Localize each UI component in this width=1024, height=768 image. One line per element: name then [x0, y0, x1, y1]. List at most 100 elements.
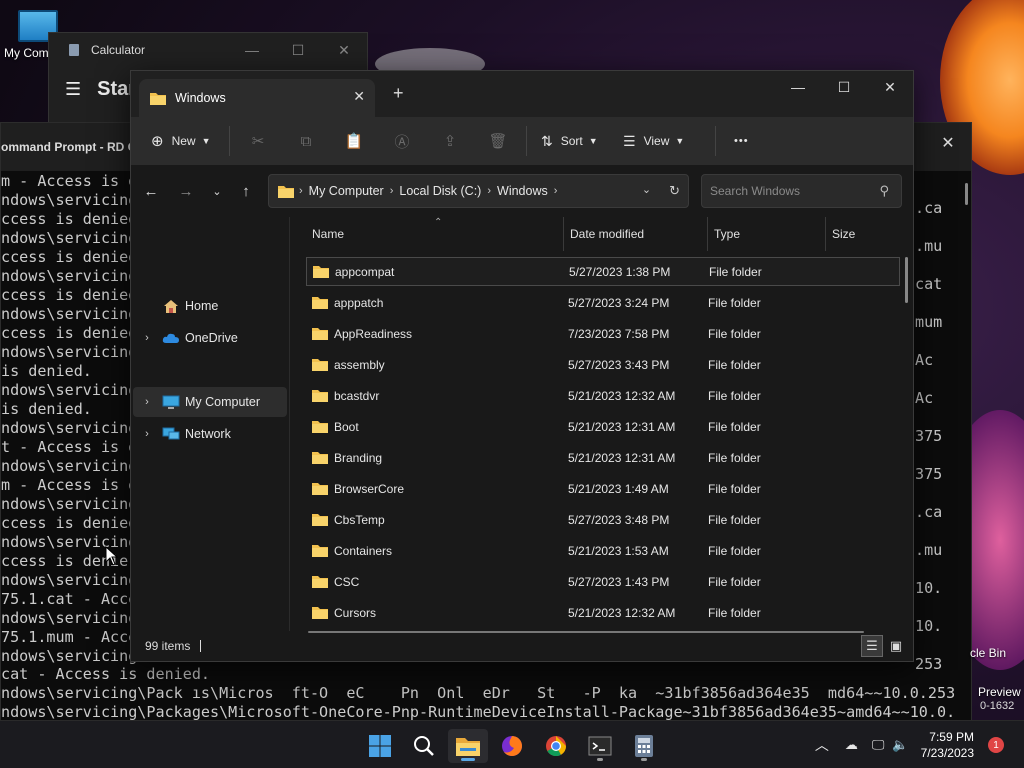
onedrive-offline-icon[interactable]: ☁: [845, 737, 858, 753]
sidebar-item-network[interactable]: › Network: [133, 419, 287, 449]
date-modified-cell: 5/21/2023 12:32 AM: [568, 605, 676, 620]
table-row[interactable]: appcompat 5/27/2023 1:38 PM File folder: [306, 257, 900, 286]
table-row[interactable]: apppatch 5/27/2023 3:24 PM File folder: [306, 288, 900, 317]
column-header-date-modified[interactable]: Date modified: [564, 217, 708, 251]
paste-icon[interactable]: 📋: [330, 125, 378, 157]
maximize-button[interactable]: ☐: [821, 71, 867, 103]
taskbar-firefox[interactable]: [492, 729, 532, 763]
sort-button[interactable]: ⇅ Sort ▼: [531, 125, 619, 157]
folder-icon: [312, 421, 328, 433]
watermark-build: 0-1632: [980, 700, 1015, 712]
sidebar-item-my-computer[interactable]: › My Computer: [133, 387, 287, 417]
details-view-icon[interactable]: ☰: [861, 635, 883, 657]
folder-icon: [312, 390, 328, 402]
search-input[interactable]: [710, 184, 870, 198]
new-button[interactable]: ⊕ New ▼: [131, 125, 225, 157]
table-row[interactable]: Containers 5/21/2023 1:53 AM File folder: [306, 536, 900, 565]
breadcrumb-windows[interactable]: Windows: [497, 184, 548, 198]
table-row[interactable]: Branding 5/21/2023 12:31 AM File folder: [306, 443, 900, 472]
table-row[interactable]: CbsTemp 5/27/2023 3:48 PM File folder: [306, 505, 900, 534]
breadcrumb-local-disk[interactable]: Local Disk (C:): [399, 184, 481, 198]
search-box[interactable]: ⚲: [701, 174, 902, 208]
expand-chevron-icon[interactable]: ›: [133, 396, 161, 408]
sidebar-item-onedrive[interactable]: › OneDrive: [133, 323, 287, 353]
tiles-view-icon[interactable]: ▣: [885, 635, 907, 657]
maximize-button[interactable]: ☐: [275, 33, 321, 67]
folder-icon: [312, 483, 328, 495]
file-explorer-window[interactable]: Windows ✕ + — ☐ ✕ ⊕ New ▼ ✂ ⧉ 📋 Ⓐ ⇪ 🗑 ⇅ …: [130, 70, 914, 662]
date-modified-cell: 5/21/2023 12:31 AM: [568, 419, 676, 434]
type-cell: File folder: [708, 326, 761, 341]
breadcrumb-separator-icon[interactable]: ›: [299, 185, 303, 197]
desktop-icon-recycle-bin-label[interactable]: cle Bin: [970, 646, 1006, 660]
address-history-chevron-icon[interactable]: ⌄: [642, 183, 651, 199]
command-prompt-close-button[interactable]: ✕: [925, 123, 971, 163]
column-header-size[interactable]: Size: [826, 217, 900, 251]
folder-icon: [312, 297, 328, 309]
tab-windows[interactable]: Windows ✕: [139, 79, 375, 117]
taskbar-terminal[interactable]: [580, 729, 620, 763]
notification-badge[interactable]: 1: [988, 737, 1004, 753]
back-arrow-icon[interactable]: ←: [139, 179, 163, 203]
breadcrumb-separator-icon[interactable]: ›: [554, 185, 558, 197]
console-line: ccess is denied: [1, 514, 138, 532]
breadcrumb-separator-icon[interactable]: ›: [390, 185, 394, 197]
up-arrow-icon[interactable]: ↑: [234, 179, 258, 203]
table-row[interactable]: Cursors 5/21/2023 12:32 AM File folder: [306, 598, 900, 627]
start-button[interactable]: [360, 729, 400, 763]
new-tab-button[interactable]: +: [393, 83, 404, 104]
clock[interactable]: 7:59 PM 7/23/2023: [921, 729, 974, 761]
column-header-type[interactable]: Type: [708, 217, 826, 251]
taskbar-search-button[interactable]: [404, 729, 444, 763]
refresh-icon[interactable]: ↻: [669, 183, 680, 199]
file-name-cell: CSC: [306, 575, 564, 589]
view-button[interactable]: ☰ View ▼: [619, 125, 711, 157]
address-bar[interactable]: › My Computer › Local Disk (C:) › Window…: [268, 174, 689, 208]
minimize-button[interactable]: —: [775, 71, 821, 103]
sidebar-item-home[interactable]: Home: [133, 291, 287, 321]
date-modified-cell: 7/23/2023 7:58 PM: [568, 326, 670, 341]
copy-icon[interactable]: ⧉: [282, 125, 330, 157]
file-list: ⌃ Name Date modified Type Size appcompat…: [289, 217, 913, 633]
taskbar-calculator[interactable]: [624, 729, 664, 763]
delete-icon[interactable]: 🗑: [474, 125, 522, 157]
recent-chevron-down-icon[interactable]: ⌄: [205, 179, 229, 203]
show-hidden-icons-chevron-up-icon[interactable]: ︿: [815, 735, 829, 755]
hamburger-menu-icon[interactable]: ☰: [65, 79, 81, 100]
rename-icon[interactable]: Ⓐ: [378, 125, 426, 157]
column-header-name[interactable]: Name: [306, 217, 564, 251]
minimize-button[interactable]: —: [229, 33, 275, 67]
network-icon[interactable]: 🖵: [872, 737, 885, 753]
breadcrumb-separator-icon[interactable]: ›: [487, 185, 491, 197]
console-line: 10.: [915, 617, 943, 635]
file-name-cell: Containers: [306, 544, 564, 558]
cut-icon[interactable]: ✂: [234, 125, 282, 157]
vertical-scrollbar[interactable]: [905, 257, 908, 303]
home-icon: [161, 298, 181, 314]
close-button[interactable]: ✕: [867, 71, 913, 103]
taskbar-chrome[interactable]: [536, 729, 576, 763]
type-cell: File folder: [708, 512, 761, 527]
table-row[interactable]: bcastdvr 5/21/2023 12:32 AM File folder: [306, 381, 900, 410]
calculator-app-icon: [69, 44, 79, 56]
table-row[interactable]: AppReadiness 7/23/2023 7:58 PM File folder: [306, 319, 900, 348]
table-row[interactable]: CSC 5/27/2023 1:43 PM File folder: [306, 567, 900, 596]
taskbar-file-explorer[interactable]: [448, 729, 488, 763]
close-button[interactable]: ✕: [321, 33, 367, 67]
table-row[interactable]: Boot 5/21/2023 12:31 AM File folder: [306, 412, 900, 441]
volume-icon[interactable]: 🔈: [892, 737, 908, 753]
console-line: ndows\servicing: [1, 229, 138, 247]
more-options-button[interactable]: •••: [720, 125, 749, 157]
table-row[interactable]: assembly 5/27/2023 3:43 PM File folder: [306, 350, 900, 379]
date-modified-cell: 5/27/2023 1:43 PM: [568, 574, 670, 589]
search-icon[interactable]: ⚲: [879, 183, 889, 199]
command-prompt-scrollbar[interactable]: [965, 183, 968, 205]
share-icon[interactable]: ⇪: [426, 125, 474, 157]
breadcrumb-my-computer[interactable]: My Computer: [309, 184, 384, 198]
tab-close-icon[interactable]: ✕: [353, 88, 365, 105]
expand-chevron-icon[interactable]: ›: [133, 428, 161, 440]
console-line: ccess is denied.: [1, 286, 147, 304]
table-row[interactable]: BrowserCore 5/21/2023 1:49 AM File folder: [306, 474, 900, 503]
forward-arrow-icon[interactable]: →: [174, 179, 198, 203]
expand-chevron-icon[interactable]: ›: [133, 332, 161, 344]
